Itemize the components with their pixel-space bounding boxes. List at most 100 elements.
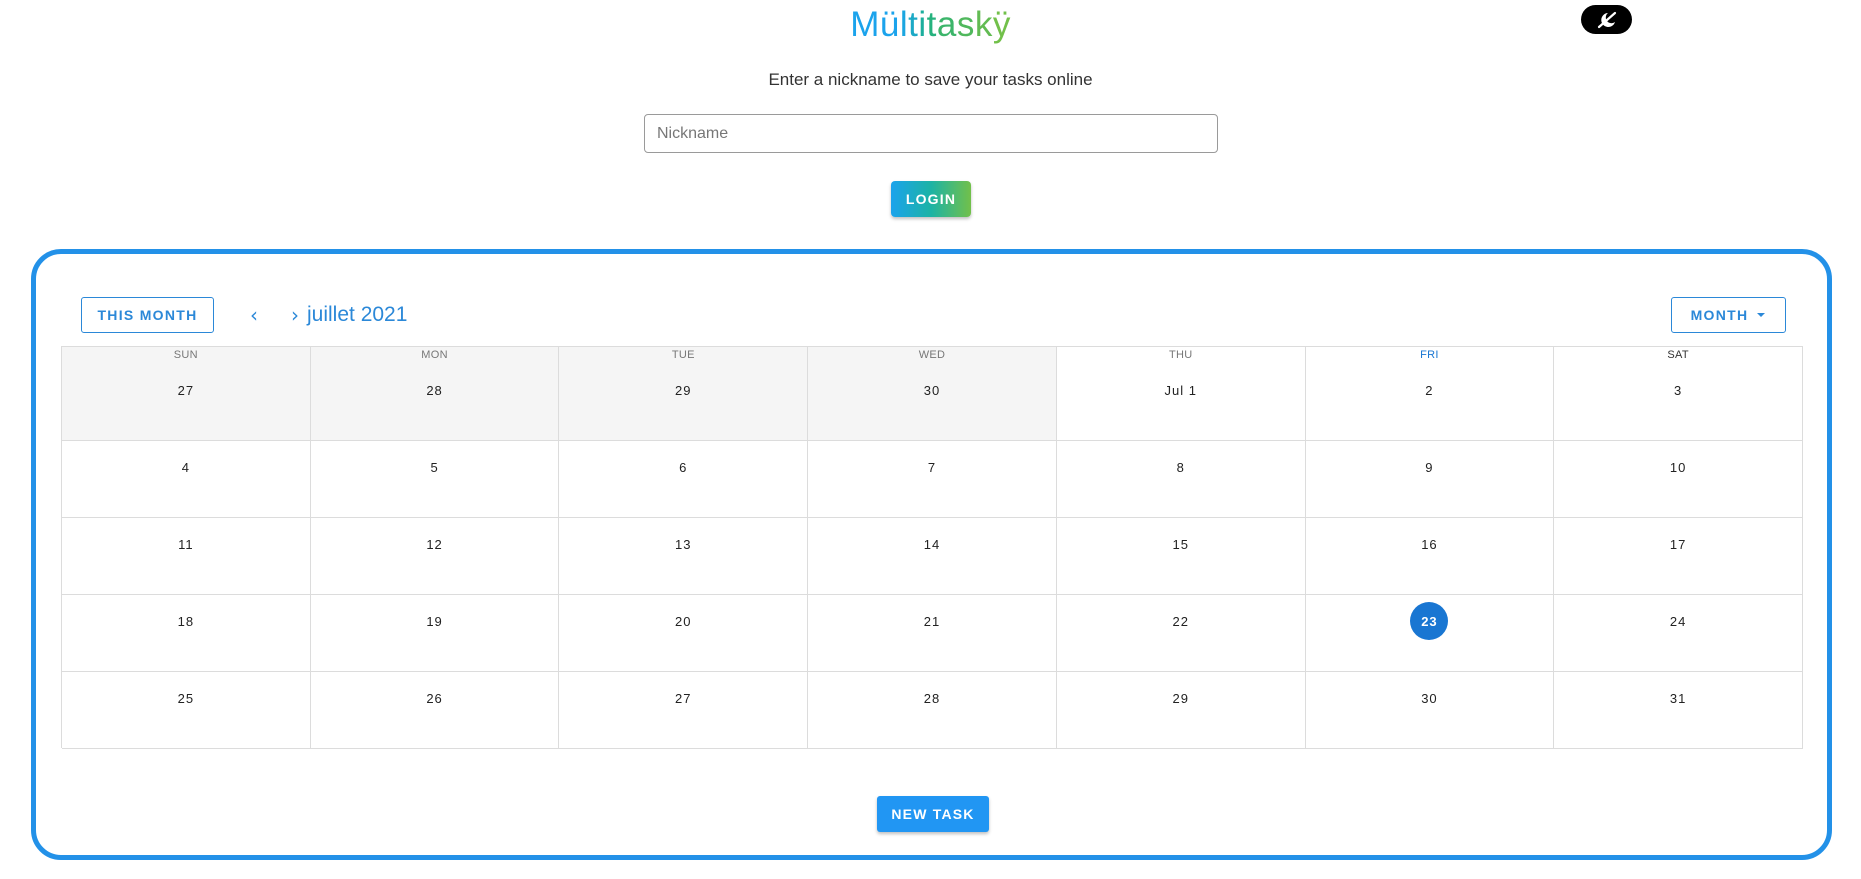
date-number[interactable]: 8 [1162,448,1200,486]
view-select-button[interactable]: MONTH [1671,297,1786,333]
next-month-button[interactable]: › [280,299,310,331]
day-cell[interactable]: 25 [62,672,311,749]
day-cell[interactable]: 21 [808,595,1057,672]
date-number[interactable]: Jul 1 [1162,371,1200,409]
day-cell[interactable]: 30 [1305,672,1555,749]
date-number[interactable]: 6 [664,448,702,486]
date-number[interactable]: 22 [1162,602,1200,640]
day-cell[interactable]: 23 [1305,595,1555,672]
day-cell[interactable]: 22 [1056,595,1306,672]
day-cell[interactable]: TUE 29 [559,347,809,441]
date-number[interactable]: 9 [1410,448,1448,486]
date-number[interactable]: 30 [1410,679,1448,717]
date-number[interactable]: 14 [913,525,951,563]
logo-letter: a [936,5,957,44]
date-number[interactable]: 19 [416,602,454,640]
date-number[interactable]: 28 [416,371,454,409]
day-cell[interactable]: 7 [808,441,1057,518]
date-number[interactable]: 5 [416,448,454,486]
weekday-header: MON [421,349,448,361]
day-cell[interactable]: 5 [310,441,560,518]
logo-letter: ÿ [992,5,1011,44]
day-cell[interactable]: 19 [310,595,560,672]
day-cell[interactable]: 15 [1056,518,1306,595]
weekday-header: FRI [1420,349,1439,361]
date-number[interactable]: 2 [1410,371,1448,409]
date-number[interactable]: 13 [664,525,702,563]
date-number[interactable]: 24 [1659,602,1697,640]
weekday-header: SUN [173,349,198,361]
weekday-header: TUE [671,349,695,361]
day-cell[interactable]: 12 [310,518,560,595]
day-cell[interactable]: 8 [1056,441,1306,518]
day-cell[interactable]: 31 [1554,672,1803,749]
logo-letter: M [850,5,880,44]
caret-down-icon [1757,313,1766,317]
date-number[interactable]: 25 [167,679,205,717]
day-cell[interactable]: SUN 27 [62,347,311,441]
date-number[interactable]: 20 [664,602,702,640]
date-number[interactable]: 21 [913,602,951,640]
date-number[interactable]: 29 [664,371,702,409]
date-number[interactable]: 4 [167,448,205,486]
day-cell[interactable]: MON 28 [310,347,560,441]
prev-month-button[interactable]: ‹ [239,299,269,331]
day-cell[interactable]: 24 [1554,595,1803,672]
theme-toggle-button[interactable] [1581,5,1632,34]
date-number[interactable]: 11 [167,525,205,563]
logo-letter: ü [879,5,900,44]
date-number[interactable]: 30 [913,371,951,409]
date-number[interactable]: 27 [664,679,702,717]
day-cell[interactable]: 27 [559,672,809,749]
weekday-header: WED [918,349,946,361]
date-number[interactable]: 12 [416,525,454,563]
day-cell[interactable]: THU Jul 1 [1056,347,1306,441]
date-number[interactable]: 17 [1659,525,1697,563]
chevron-left-icon: ‹ [250,303,258,327]
date-number[interactable]: 18 [167,602,205,640]
date-number[interactable]: 15 [1162,525,1200,563]
this-month-button[interactable]: THIS MONTH [81,297,214,333]
no-moon-icon [1597,11,1616,28]
date-number[interactable]: 27 [167,371,205,409]
day-cell[interactable]: WED 30 [808,347,1057,441]
logo-letter: k [974,5,993,44]
day-cell[interactable]: 28 [808,672,1057,749]
day-cell[interactable]: 9 [1305,441,1555,518]
logo-letter: s [956,5,975,44]
day-cell[interactable]: 14 [808,518,1057,595]
logo-letter: i [918,5,927,44]
day-cell[interactable]: 16 [1305,518,1555,595]
month-title: juillet 2021 [307,303,408,326]
weekday-header: THU [1168,349,1193,361]
date-number[interactable]: 28 [913,679,951,717]
day-cell[interactable]: 6 [559,441,809,518]
date-number[interactable]: 10 [1659,448,1697,486]
date-number[interactable]: 3 [1659,371,1697,409]
day-cell[interactable]: 4 [62,441,311,518]
day-cell[interactable]: 26 [310,672,560,749]
day-cell[interactable]: 11 [62,518,311,595]
day-cell[interactable]: 29 [1056,672,1306,749]
day-cell[interactable]: 18 [62,595,311,672]
date-number[interactable]: 16 [1410,525,1448,563]
logo-letter: t [908,5,919,44]
day-cell[interactable]: 20 [559,595,809,672]
day-cell[interactable]: 17 [1554,518,1803,595]
day-cell[interactable]: SAT 3 [1554,347,1803,441]
weekday-header: SAT [1667,349,1689,361]
nickname-input[interactable] [644,114,1218,153]
day-cell[interactable]: 10 [1554,441,1803,518]
logo-letter: t [926,5,937,44]
date-number[interactable]: 7 [913,448,951,486]
date-number[interactable]: 31 [1659,679,1697,717]
day-cell[interactable]: 13 [559,518,809,595]
date-number[interactable]: 26 [416,679,454,717]
date-number[interactable]: 29 [1162,679,1200,717]
new-task-button[interactable]: NEW TASK [877,796,989,832]
logo-letter: l [899,5,909,44]
month-grid: SUN 27 MON 28 TUE 29 WED 30 THU Jul 1 FRI 2 SAT 3 4 5 6 7… [61,346,1803,749]
day-cell[interactable]: FRI 2 [1305,347,1555,441]
login-button[interactable]: LOGIN [891,181,971,217]
today-date-number[interactable]: 23 [1410,602,1449,640]
